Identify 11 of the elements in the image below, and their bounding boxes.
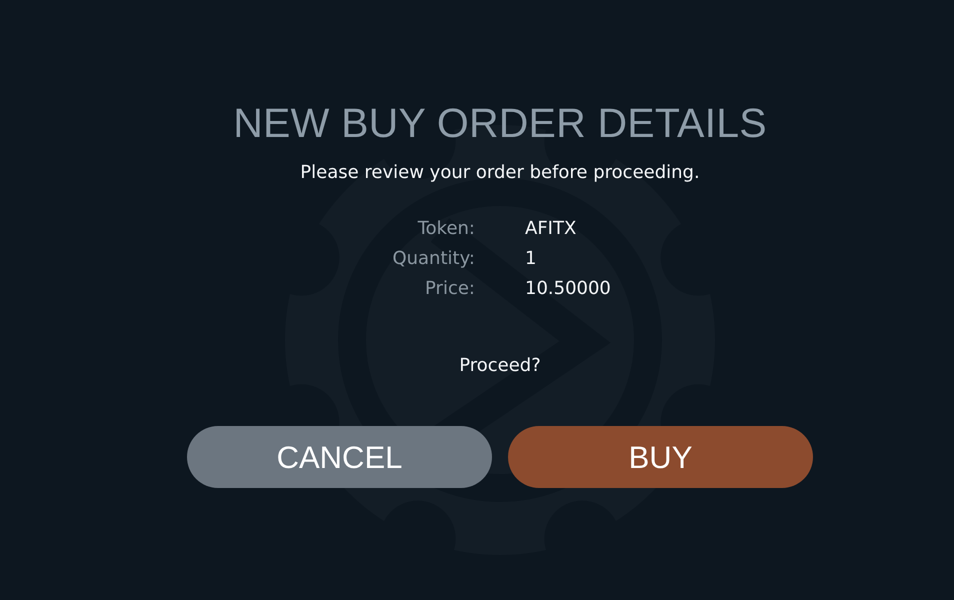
detail-label: Quantity: — [391, 247, 475, 271]
confirm-button[interactable]: BUY — [508, 426, 813, 488]
dialog-subtitle: Please review your order before proceeding. — [299, 161, 701, 185]
detail-label: Token: — [416, 217, 475, 241]
detail-value: AFITX — [525, 217, 578, 241]
detail-label: Price: — [424, 277, 475, 301]
proceed-prompt: Proceed? — [458, 354, 542, 378]
dialog-title: NEW BUY ORDER DETAILS — [232, 99, 768, 148]
detail-value: 1 — [525, 247, 538, 271]
cancel-button[interactable]: CANCEL — [187, 426, 492, 488]
detail-value: 10.50000 — [525, 277, 612, 301]
